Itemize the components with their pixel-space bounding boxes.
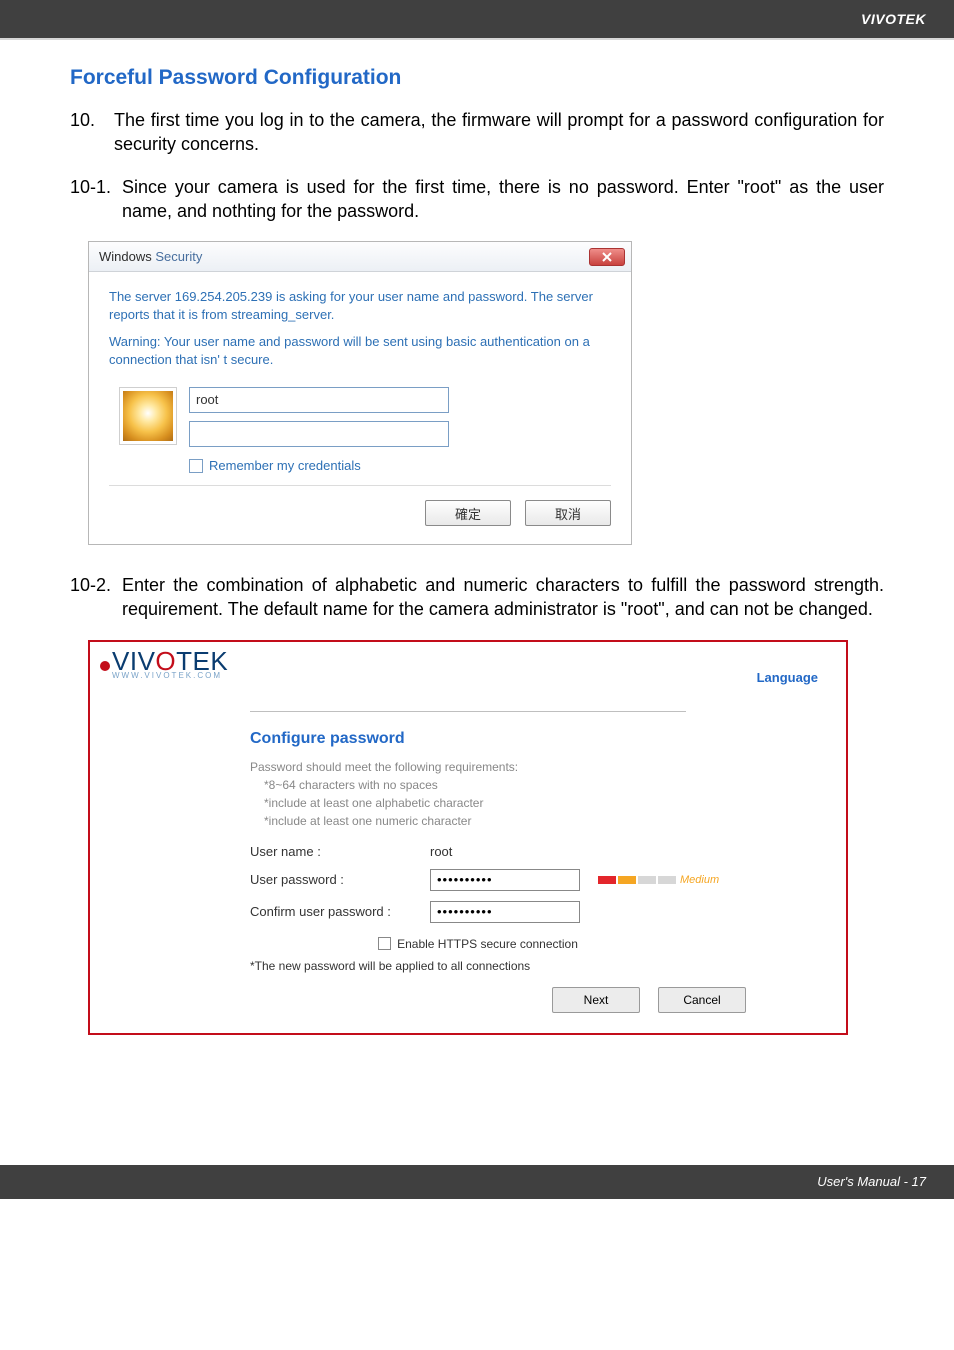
step-number: 10-2. [70,573,122,622]
page: VIVOTEK Forceful Password Configuration … [0,0,954,1199]
step-number: 10-1. [70,175,122,224]
step-text: Since your camera is used for the first … [122,175,884,224]
req-1: *8~64 characters with no spaces [250,776,806,794]
footer-text: User's Manual - 17 [817,1174,926,1189]
windows-security-dialog: Windows Security The server 169.254.205.… [88,241,632,545]
paragraph-10: 10. The first time you log in to the cam… [70,108,884,157]
confirm-label: Confirm user password : [250,904,420,919]
logo-bullet-icon [100,661,110,671]
strength-seg-1 [598,876,616,884]
username-label: User name : [250,844,420,859]
strength-text: Medium [680,874,719,886]
username-row: User name : root [250,844,806,859]
step-text: The first time you log in to the camera,… [114,108,884,157]
content: Forceful Password Configuration 10. The … [0,40,954,1075]
user-password-input[interactable] [430,869,580,891]
req-2: *include at least one alphabetic charact… [250,794,806,812]
password-label: User password : [250,872,420,887]
cancel-button[interactable]: Cancel [658,987,746,1013]
dialog-message-2: Warning: Your user name and password wil… [109,333,611,369]
form-heading: Configure password [250,730,806,748]
https-checkbox-row[interactable]: Enable HTTPS secure connection [150,937,806,951]
close-icon [601,252,613,262]
dialog-message-1: The server 169.254.205.239 is asking for… [109,288,611,324]
language-link[interactable]: Language [757,670,818,685]
username-input[interactable] [189,387,449,413]
dialog-body: The server 169.254.205.239 is asking for… [89,272,631,544]
credential-inputs: Remember my credentials [189,387,449,475]
dialog-buttons: 確定 取消 [109,500,611,526]
title-part-b: Security [155,249,202,264]
remember-credentials-checkbox[interactable]: Remember my credentials [189,457,449,475]
checkbox-icon [189,459,203,473]
dialog-divider [109,485,611,486]
dialog-title: Windows Security [99,249,202,264]
close-button[interactable] [589,248,625,266]
password-strength: Medium [598,874,719,886]
header-band: VIVOTEK [0,0,954,38]
dialog-titlebar: Windows Security [89,242,631,272]
checkbox-icon [378,937,391,950]
user-avatar-icon [119,387,177,445]
step-number: 10. [70,108,114,157]
ok-button[interactable]: 確定 [425,500,511,526]
panel-header: VIVOTEK WWW.VIVOTEK.COM Language [90,642,846,685]
paragraph-10-1: 10-1. Since your camera is used for the … [70,175,884,224]
logo-subtext: WWW.VIVOTEK.COM [100,672,228,680]
title-part-a: Windows [99,249,155,264]
cancel-button[interactable]: 取消 [525,500,611,526]
configure-password-panel: VIVOTEK WWW.VIVOTEK.COM Language Configu… [88,640,848,1035]
https-label: Enable HTTPS secure connection [397,937,578,951]
step-text: Enter the combination of alphabetic and … [122,573,884,622]
password-input[interactable] [189,421,449,447]
username-value: root [430,844,452,859]
strength-seg-3 [638,876,656,884]
credentials-row: Remember my credentials [119,387,611,475]
password-requirements: Password should meet the following requi… [250,758,806,830]
req-intro: Password should meet the following requi… [250,760,518,774]
next-button[interactable]: Next [552,987,640,1013]
confirm-password-input[interactable] [430,901,580,923]
form-note: *The new password will be applied to all… [250,959,806,973]
password-row: User password : Medium [250,869,806,891]
configure-password-form: Configure password Password should meet … [90,712,846,1013]
paragraph-10-2: 10-2. Enter the combination of alphabeti… [70,573,884,622]
strength-seg-2 [618,876,636,884]
remember-label: Remember my credentials [209,457,361,475]
logo-text: VIVOTEK [100,648,228,674]
header-brand: VIVOTEK [861,11,926,27]
strength-bar [598,876,676,884]
confirm-password-row: Confirm user password : [250,901,806,923]
footer-band: User's Manual - 17 [0,1165,954,1199]
form-buttons: Next Cancel [250,987,806,1013]
section-title: Forceful Password Configuration [70,66,884,90]
vivotek-logo: VIVOTEK WWW.VIVOTEK.COM [100,648,228,680]
req-3: *include at least one numeric character [250,812,806,830]
strength-seg-4 [658,876,676,884]
